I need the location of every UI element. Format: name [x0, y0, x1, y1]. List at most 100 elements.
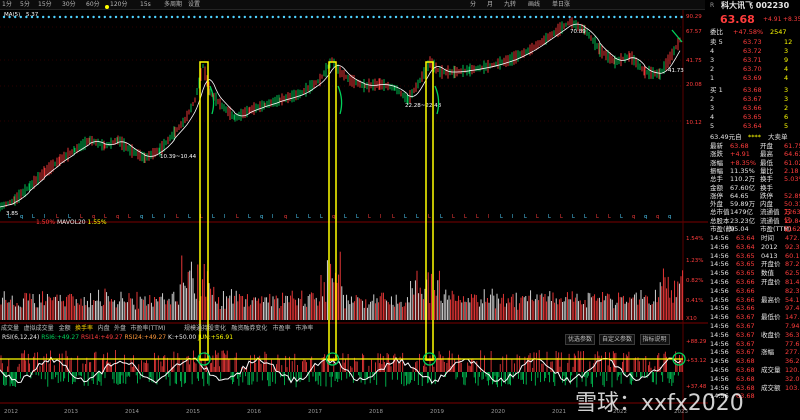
ask-level-label: 3 — [710, 56, 715, 64]
bid-row: 5 63.64 5 — [708, 122, 800, 130]
price-annotation: 70.89 — [570, 29, 586, 35]
ask-row: 4 63.72 3 — [708, 47, 800, 55]
side-value: 277.07 — [785, 348, 800, 357]
stat-value: 64.65 — [730, 191, 749, 200]
tab-6[interactable]: 市盈率(TTM) — [130, 324, 165, 333]
stat-label: 涨幅 — [710, 158, 723, 167]
rsi-bars — [0, 350, 683, 388]
signal-dot — [372, 15, 375, 19]
stat-label: 量比 — [760, 166, 773, 175]
side-row: 开盘价 81.45 — [708, 278, 800, 286]
stat-value: 1479亿 — [730, 208, 754, 217]
kline-chart[interactable]: 90.2967.5741.7520.0810.123.8510.39~10.44… — [0, 0, 708, 420]
stat-value: 61.75 — [784, 142, 800, 150]
stock-name: 科大讯飞 002230 — [721, 1, 790, 10]
side-label: 最低价 — [761, 313, 781, 322]
signal-dot — [366, 15, 370, 19]
bid-price: 63.66 — [743, 104, 762, 112]
tab-5[interactable]: 外盘 — [114, 324, 126, 333]
trade-marker: L — [500, 214, 503, 220]
stat-label: 振幅 — [710, 166, 723, 175]
signal-dot — [652, 15, 655, 19]
tab-3[interactable]: 换手率 — [75, 324, 93, 333]
rsi-j-value: JUN:+56.91 — [198, 334, 234, 341]
signal-dot — [529, 15, 532, 19]
trade-marker: q — [632, 214, 635, 220]
side-value: 62.50 — [785, 269, 800, 278]
trade-marker: L — [368, 214, 371, 220]
tab-8[interactable]: 融资融券变化 — [231, 324, 267, 333]
trade-marker: q — [644, 214, 647, 220]
side-row: 82.31 — [708, 287, 800, 295]
tab-9[interactable]: 市盈率 — [273, 324, 291, 333]
tab-4[interactable]: 内盘 — [98, 324, 110, 333]
signal-dot — [142, 15, 146, 19]
signal-dot — [411, 15, 414, 19]
trade-marker: q — [284, 214, 287, 220]
signal-dot — [327, 15, 330, 19]
tab-10[interactable]: 市净率 — [295, 324, 313, 333]
tab-7[interactable]: 规模通持股变化 — [184, 324, 226, 333]
ma-value: 5.37 — [26, 12, 39, 18]
signal-dot — [92, 15, 95, 19]
price-axis-label: 67.57 — [686, 29, 702, 35]
signal-dot — [523, 15, 526, 19]
stat-label: 涨跌 — [710, 150, 723, 159]
ask-volume: 9 — [784, 56, 789, 64]
signal-dot — [669, 15, 672, 19]
stat-label: 最高 — [760, 150, 773, 159]
signal-dot — [131, 15, 134, 19]
marker-dot — [105, 5, 109, 9]
rsi-axis-label: +53.12 — [686, 358, 706, 364]
signal-dot — [512, 15, 515, 19]
bid-row: 2 63.67 3 — [708, 95, 800, 103]
signal-dot — [53, 15, 56, 19]
side-value: 120.51 — [785, 366, 800, 374]
side-value: 32.06 — [785, 374, 800, 383]
indicator-button[interactable]: 自定义参数 — [599, 334, 636, 345]
trade-marker: L — [440, 214, 443, 220]
stat-value: 23.23亿 — [730, 216, 756, 225]
tab-2[interactable]: 金额 — [59, 324, 71, 333]
signal-dot — [506, 15, 510, 19]
ask-volume: 4 — [784, 65, 789, 73]
signal-dot — [114, 15, 118, 19]
signal-dot — [81, 15, 84, 19]
signal-dot — [602, 15, 605, 19]
indicator-button[interactable]: 优选参数 — [565, 334, 596, 345]
signal-dot — [646, 15, 650, 19]
ask-row: 2 63.70 4 — [708, 65, 800, 73]
signal-dot — [574, 15, 577, 19]
signal-dot — [400, 15, 403, 19]
trade-marker: Ⅰ — [380, 214, 381, 220]
trade-marker: L — [596, 214, 599, 220]
bid-volume: 2 — [784, 104, 789, 112]
indicator-button[interactable]: 指标说明 — [639, 334, 670, 345]
signal-dot — [518, 15, 521, 19]
signal-dot — [333, 15, 336, 19]
stat-row: 外盘59.89万内盘50.31万 — [708, 200, 800, 216]
side-value: 92.31 — [785, 242, 800, 251]
stat-label: 金额 — [710, 183, 723, 192]
signal-dot — [456, 15, 459, 19]
signal-dot — [137, 15, 140, 19]
tab-1[interactable]: 虚拟成交量 — [24, 324, 54, 333]
signal-dot — [215, 15, 218, 19]
rsi-label: RSI(6,12,24) — [2, 334, 40, 341]
year-label: 2012 — [4, 409, 18, 415]
stat-row: 金额 67.60亿 换手 — [708, 184, 800, 192]
year-label: 2021 — [552, 409, 566, 415]
trade-marker: Ⅰ — [512, 214, 513, 220]
side-label: 0413 — [761, 251, 778, 260]
side-row: 2012 92.31 — [708, 243, 800, 251]
volume-axis-label: 0.82% — [686, 278, 703, 284]
signal-dot — [540, 15, 543, 19]
side-row: 开盘价 87.27 — [708, 260, 800, 268]
tab-0[interactable]: 成交量 — [1, 324, 19, 333]
signal-dot — [254, 15, 258, 19]
signal-dot — [322, 15, 325, 19]
bid-price: 63.67 — [743, 95, 762, 103]
signal-dot — [198, 15, 202, 19]
stat-row: 涨停 64.65 跌停 52.89 — [708, 192, 800, 200]
stat-row: 涨幅 +8.35%最低 61.02 — [708, 159, 800, 167]
